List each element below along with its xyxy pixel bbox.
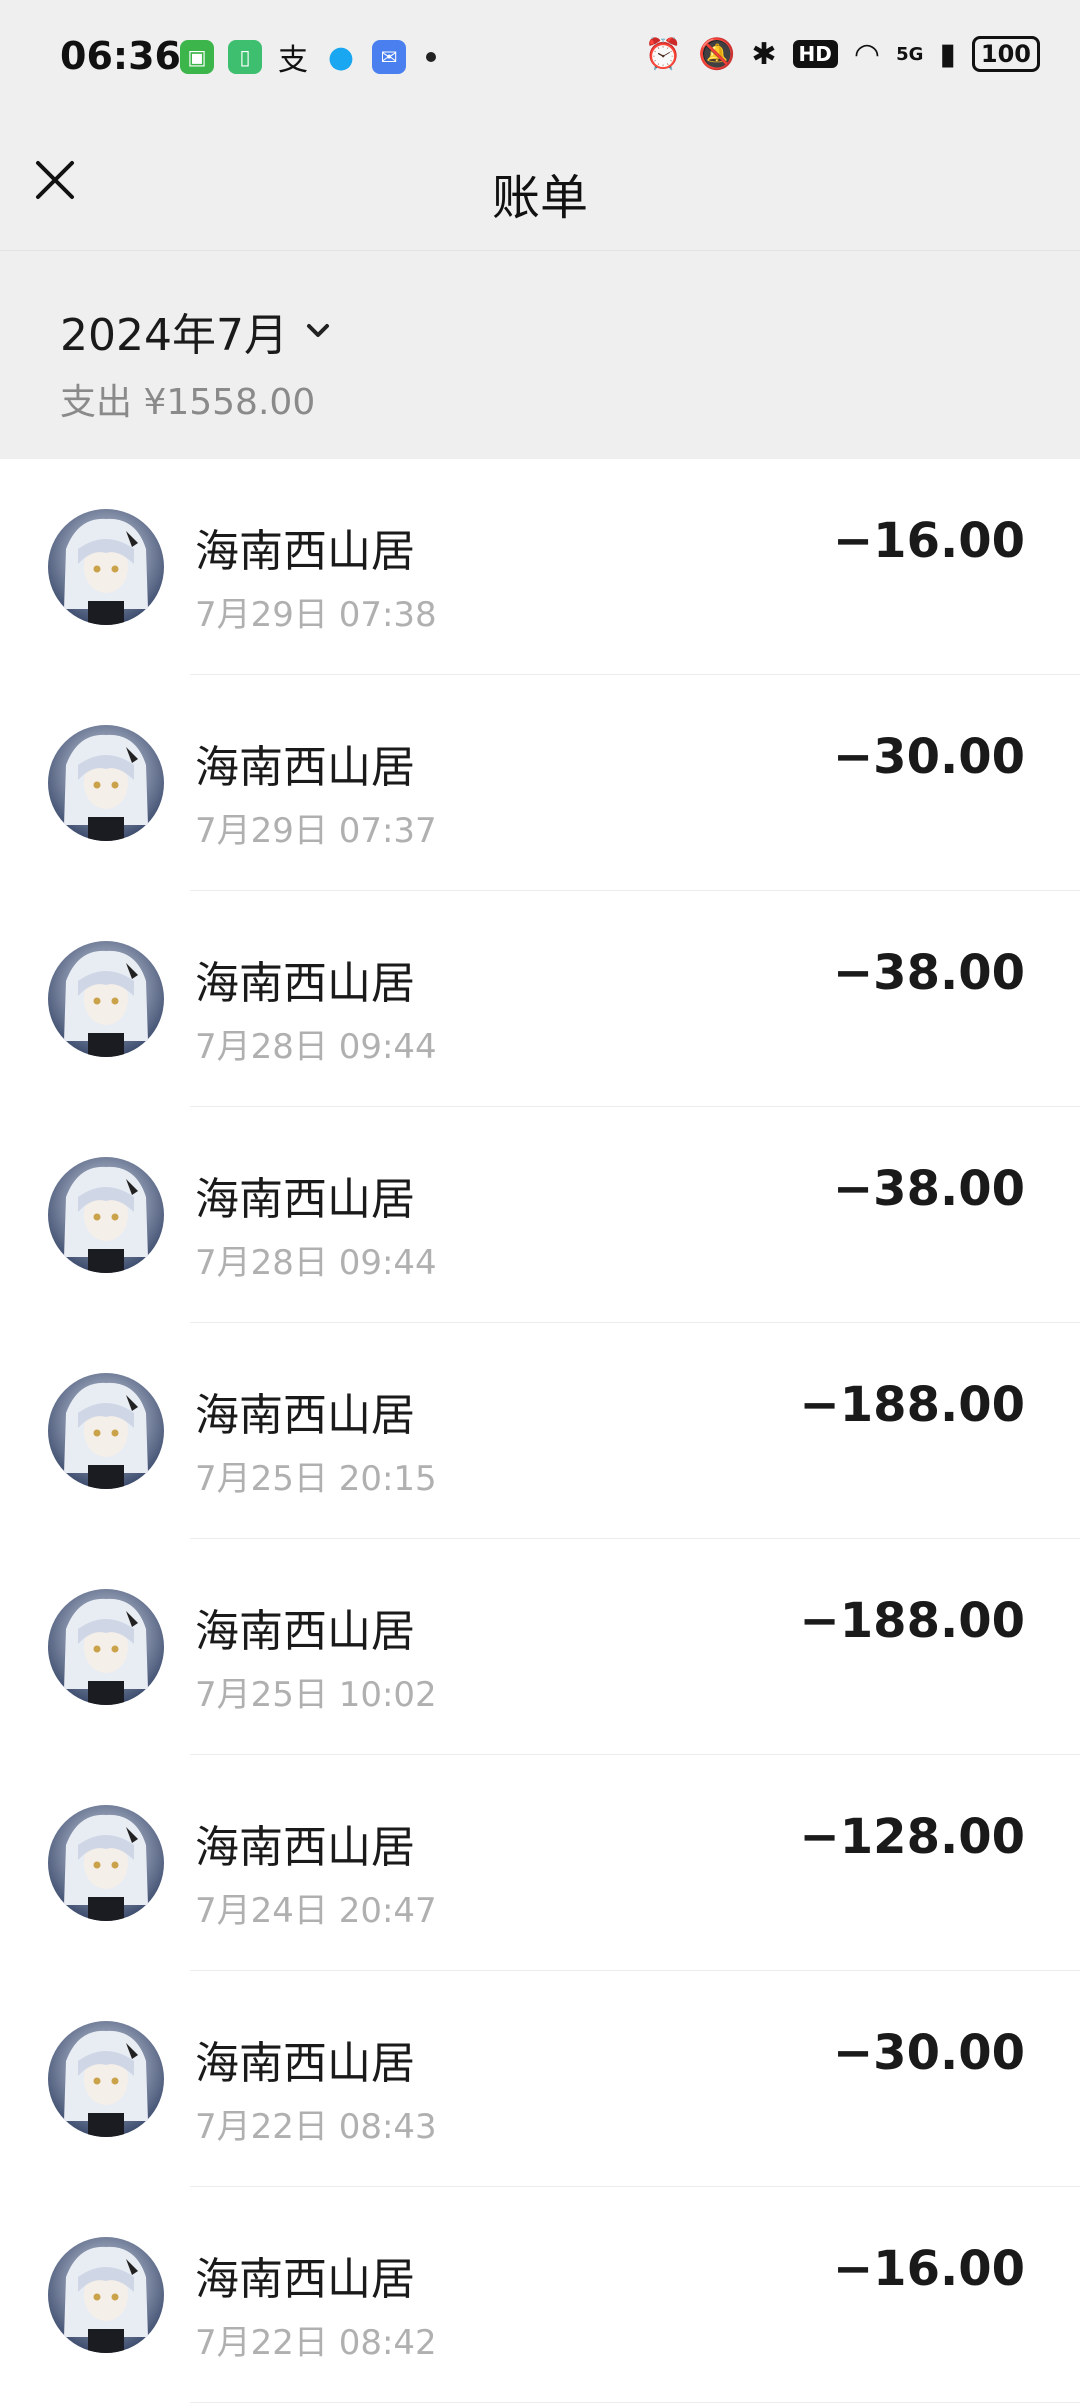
transaction-datetime: 7月28日 09:44	[195, 1027, 437, 1067]
transaction-datetime: 7月24日 20:47	[195, 1891, 437, 1931]
mail-icon: ✉	[372, 40, 406, 74]
mute-icon: 🔕	[698, 36, 736, 72]
message-app-icon: ▣	[180, 40, 214, 74]
transaction-row[interactable]: 海南西山居 7月24日 20:47 −128.00	[0, 1755, 1080, 1971]
transaction-amount: −16.00	[832, 2241, 1025, 2297]
merchant-name: 海南西山居	[195, 1390, 415, 1441]
status-bar: 06:36 ▣ ▯ 支 ● ✉ ⏰ 🔕 ✱ HD ◠ 5G ▮ 100	[0, 0, 1080, 120]
transaction-row[interactable]: 海南西山居 7月29日 07:37 −30.00	[0, 675, 1080, 891]
hd-icon: HD	[792, 40, 838, 68]
month-header: 2024年7月 支出 ¥1558.00	[0, 251, 1080, 459]
transaction-amount: −188.00	[799, 1593, 1025, 1649]
signal-icon: ▮	[939, 36, 956, 72]
transaction-list: 海南西山居 7月29日 07:38 −16.00 海南西山居 7月29日 07:…	[0, 459, 1080, 2403]
signal-5g-label: 5G	[896, 43, 924, 65]
transaction-row[interactable]: 海南西山居 7月22日 08:43 −30.00	[0, 1971, 1080, 2187]
merchant-avatar	[48, 1373, 164, 1489]
merchant-avatar	[48, 1805, 164, 1921]
more-notifications-icon	[426, 52, 436, 62]
month-label: 2024年7月	[60, 310, 288, 361]
transaction-row[interactable]: 海南西山居 7月28日 09:44 −38.00	[0, 891, 1080, 1107]
transaction-row[interactable]: 海南西山居 7月25日 20:15 −188.00	[0, 1323, 1080, 1539]
merchant-avatar	[48, 509, 164, 625]
alipay-icon: 支	[278, 43, 308, 78]
merchant-avatar	[48, 941, 164, 1057]
transaction-row[interactable]: 海南西山居 7月22日 08:42 −16.00	[0, 2187, 1080, 2403]
transaction-datetime: 7月25日 10:02	[195, 1675, 437, 1715]
transaction-row[interactable]: 海南西山居 7月29日 07:38 −16.00	[0, 459, 1080, 675]
transaction-datetime: 7月28日 09:44	[195, 1243, 437, 1283]
transaction-amount: −38.00	[832, 1161, 1025, 1217]
notification-icons: ▣ ▯ 支 ● ✉	[180, 39, 436, 78]
merchant-name: 海南西山居	[195, 2254, 415, 2305]
transaction-datetime: 7月22日 08:43	[195, 2107, 437, 2147]
battery-indicator: 100	[971, 36, 1040, 72]
system-icons: ⏰ 🔕 ✱ HD ◠ 5G ▮ 100	[645, 36, 1040, 72]
chevron-down-icon	[306, 324, 329, 337]
status-time: 06:36	[60, 34, 181, 78]
transaction-datetime: 7月29日 07:38	[195, 595, 437, 635]
merchant-avatar	[48, 2021, 164, 2137]
wifi-icon: ◠	[853, 36, 881, 72]
transaction-amount: −38.00	[832, 945, 1025, 1001]
page-title: 账单	[491, 170, 588, 226]
merchant-name: 海南西山居	[195, 742, 415, 793]
transaction-datetime: 7月25日 20:15	[195, 1459, 437, 1499]
transaction-amount: −16.00	[832, 513, 1025, 569]
expense-summary: 支出 ¥1558.00	[60, 382, 316, 423]
merchant-avatar	[48, 725, 164, 841]
battery-app-icon: ▯	[228, 40, 262, 74]
alarm-icon: ⏰	[644, 36, 683, 72]
merchant-name: 海南西山居	[195, 1822, 415, 1873]
merchant-avatar	[48, 1589, 164, 1705]
merchant-avatar	[48, 2237, 164, 2353]
transaction-datetime: 7月22日 08:42	[195, 2323, 437, 2363]
month-picker[interactable]: 2024年7月	[60, 299, 334, 363]
merchant-avatar	[48, 1157, 164, 1273]
transaction-amount: −30.00	[832, 729, 1025, 785]
transaction-amount: −128.00	[799, 1809, 1025, 1865]
transaction-row[interactable]: 海南西山居 7月25日 10:02 −188.00	[0, 1539, 1080, 1755]
merchant-name: 海南西山居	[195, 526, 415, 577]
transaction-amount: −30.00	[832, 2025, 1025, 2081]
merchant-name: 海南西山居	[195, 1174, 415, 1225]
transaction-row[interactable]: 海南西山居 7月28日 09:44 −38.00	[0, 1107, 1080, 1323]
bluetooth-icon: ✱	[751, 36, 777, 72]
merchant-name: 海南西山居	[195, 958, 415, 1009]
merchant-name: 海南西山居	[195, 2038, 415, 2089]
transaction-amount: −188.00	[799, 1377, 1025, 1433]
merchant-name: 海南西山居	[195, 1606, 415, 1657]
nav-bar: 账单	[0, 120, 1080, 251]
transaction-datetime: 7月29日 07:37	[195, 811, 437, 851]
qq-icon: ●	[327, 39, 355, 75]
